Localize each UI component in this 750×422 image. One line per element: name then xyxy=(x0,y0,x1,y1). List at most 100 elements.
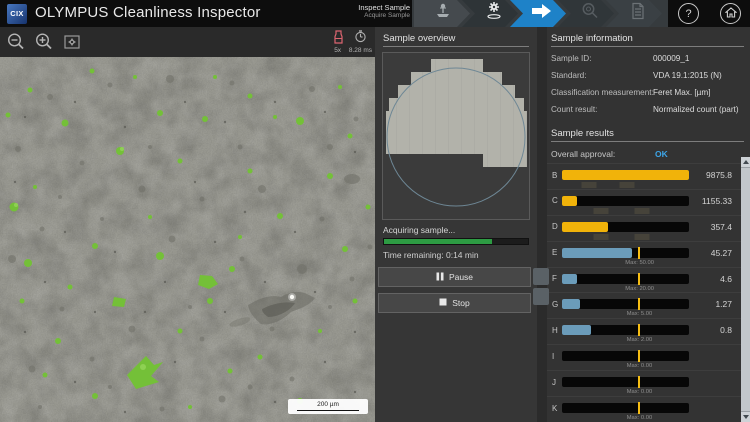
class-letter: D xyxy=(552,222,558,231)
step-report[interactable] xyxy=(606,0,662,27)
class-bar-fill xyxy=(562,196,577,206)
splitter-grip[interactable] xyxy=(533,288,549,305)
app-title: OLYMPUS Cleanliness Inspector xyxy=(35,4,261,21)
exposure-value: 8.28 ms xyxy=(349,47,372,54)
tick-label xyxy=(581,182,596,188)
acquisition-progress-bar xyxy=(383,238,529,245)
max-limit-label: Max: 20.00 xyxy=(625,286,654,292)
class-letter: F xyxy=(552,274,557,283)
class-value: 45.27 xyxy=(711,248,732,258)
image-toolbar: 5x 8.28 ms xyxy=(0,27,375,57)
overall-approval-label: Overall approval: xyxy=(551,149,615,159)
microscope-live-image[interactable]: 200 µm xyxy=(0,57,375,422)
arrow-down-icon xyxy=(743,415,749,419)
class-bar xyxy=(562,299,689,309)
tick-label xyxy=(594,208,609,214)
info-label: Classification measurement: xyxy=(551,88,654,97)
info-label: Count result: xyxy=(551,105,597,114)
gear-stage-icon xyxy=(484,1,504,26)
pause-button[interactable]: Pause xyxy=(378,267,531,287)
class-result-row: K Max: 0.00 xyxy=(547,396,744,422)
limit-marker xyxy=(638,273,640,285)
info-title-rule xyxy=(551,46,744,47)
sample-stage-icon xyxy=(433,2,453,25)
pause-label: Pause xyxy=(449,272,473,282)
progress-fill xyxy=(384,239,492,244)
stop-label: Stop xyxy=(452,298,470,308)
stop-button[interactable]: Stop xyxy=(378,293,531,313)
class-bar-fill xyxy=(562,222,608,232)
time-remaining: Time remaining: 0:14 min xyxy=(383,250,479,260)
class-bar-ticks xyxy=(562,181,689,189)
tick-label xyxy=(619,182,634,188)
fit-to-view-button[interactable] xyxy=(62,32,82,57)
class-bar-ticks: Max: 50.00 xyxy=(562,259,689,267)
arrow-right-icon xyxy=(531,3,553,24)
overview-title-rule xyxy=(383,46,529,47)
sample-overview-panel: Sample overview Acquiring sample... Time… xyxy=(375,27,537,422)
class-value: 1.27 xyxy=(715,299,732,309)
max-limit-label: Max: 0.00 xyxy=(627,363,652,369)
overview-title: Sample overview xyxy=(383,33,455,44)
title-bar: CIX OLYMPUS Cleanliness Inspector Inspec… xyxy=(0,0,750,27)
class-bar xyxy=(562,377,689,387)
class-bar xyxy=(562,170,689,180)
home-button[interactable] xyxy=(720,3,741,24)
class-letter: H xyxy=(552,326,558,335)
limit-marker xyxy=(638,298,640,310)
arrow-up-icon xyxy=(743,160,749,164)
class-result-row: C 1155.33 xyxy=(547,189,744,215)
class-value: 0.8 xyxy=(720,325,732,335)
class-value: 4.6 xyxy=(720,274,732,284)
limit-marker xyxy=(638,376,640,388)
scroll-up-button[interactable] xyxy=(741,157,750,168)
document-icon xyxy=(630,2,646,25)
class-letter: C xyxy=(552,196,558,205)
zoom-in-button[interactable] xyxy=(34,32,54,57)
class-bar xyxy=(562,248,689,258)
class-results-list: B 9875.8 C xyxy=(547,163,744,422)
tick-label xyxy=(635,208,650,214)
class-letter: E xyxy=(552,248,557,257)
class-bar-fill xyxy=(562,170,689,180)
help-button[interactable]: ? xyxy=(678,3,699,24)
class-bar-fill xyxy=(562,299,580,309)
panel-splitter[interactable] xyxy=(537,27,547,422)
splitter-grip[interactable] xyxy=(533,268,549,285)
max-limit-label: Max: 0.00 xyxy=(627,389,652,395)
info-label: Standard: xyxy=(551,71,587,80)
step-acquisition-settings[interactable] xyxy=(462,0,518,27)
step-acquire-sample-active[interactable] xyxy=(510,0,566,27)
zoom-out-button[interactable] xyxy=(6,32,26,57)
results-scrollbar[interactable] xyxy=(741,157,750,422)
step-inspect-results[interactable] xyxy=(558,0,614,27)
class-letter: J xyxy=(552,378,556,387)
sample-overview-map[interactable] xyxy=(382,52,530,220)
class-result-row: H Max: 2.00 0.8 xyxy=(547,318,744,344)
info-value: Normalized count (part) xyxy=(653,105,739,114)
class-result-row: J Max: 0.00 xyxy=(547,370,744,396)
camera-settings-readout: 5x 8.28 ms xyxy=(328,47,372,54)
class-value: 9875.8 xyxy=(706,170,732,180)
scale-bar-label: 200 µm xyxy=(317,402,339,409)
max-limit-label: Max: 2.00 xyxy=(627,337,652,343)
info-value: VDA 19.1:2015 (N) xyxy=(653,71,722,80)
app-window: CIX OLYMPUS Cleanliness Inspector Inspec… xyxy=(0,0,750,422)
class-bar-ticks: Max: 5.00 xyxy=(562,310,689,318)
sample-results-panel: Sample information Sample ID: 000009_1 S… xyxy=(547,27,750,422)
workflow-step-title: Inspect Sample xyxy=(330,3,410,12)
results-title-rule xyxy=(551,141,744,142)
class-result-row: G Max: 5.00 1.27 xyxy=(547,292,744,318)
info-label: Sample ID: xyxy=(551,54,592,63)
magnifier-gear-icon xyxy=(580,1,600,26)
exposure-time-icon[interactable] xyxy=(354,30,367,48)
class-bar-ticks: Max: 20.00 xyxy=(562,285,689,293)
sample-information-title: Sample information xyxy=(551,33,633,44)
limit-marker xyxy=(638,324,640,336)
class-bar xyxy=(562,196,689,206)
step-load-sample[interactable] xyxy=(414,0,470,27)
tick-label xyxy=(594,234,609,240)
sample-info-list: Sample ID: 000009_1 Standard: VDA 19.1:2… xyxy=(547,51,750,119)
scroll-down-button[interactable] xyxy=(741,411,750,422)
magnification-value: 5x xyxy=(334,47,341,54)
